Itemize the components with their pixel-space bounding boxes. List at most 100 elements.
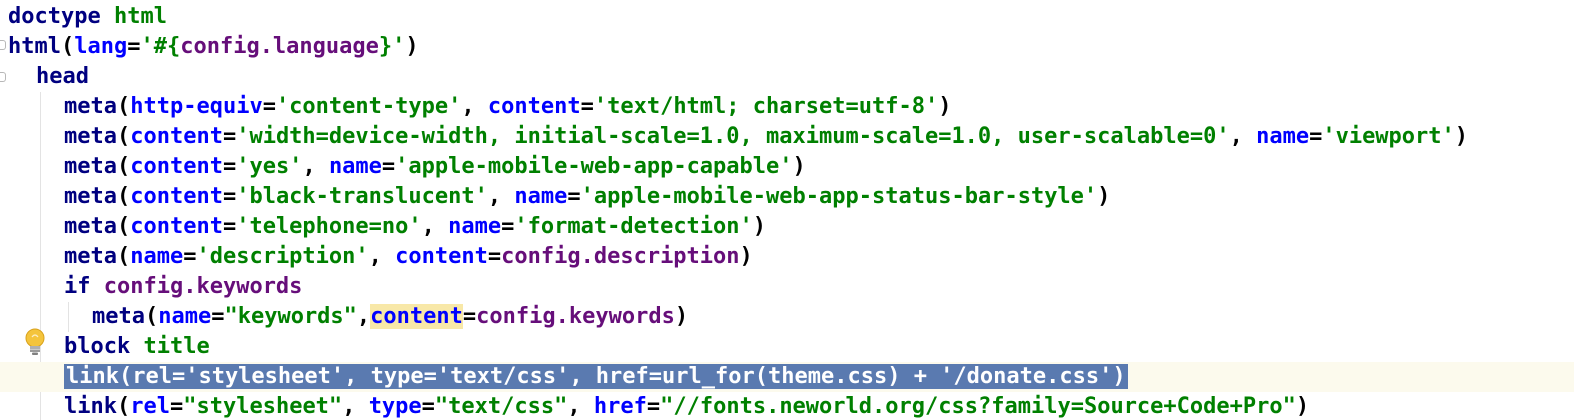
code-token: name xyxy=(448,214,502,239)
code-token: ) xyxy=(739,244,753,269)
code-token: name xyxy=(158,304,212,329)
code-editor[interactable]: doctype html html(lang='#{config.language… xyxy=(0,0,1574,420)
code-token: title xyxy=(143,334,210,359)
code-token: href xyxy=(593,394,647,419)
code-line-text: meta(content='black-translucent', name='… xyxy=(64,182,1110,212)
code-token: 'width=device-width, initial-scale=1.0, … xyxy=(236,124,1230,149)
code-line[interactable]: doctype html xyxy=(0,2,1574,32)
code-token: = xyxy=(211,304,225,329)
code-token: = xyxy=(183,244,197,269)
code-line[interactable]: if config.keywords xyxy=(0,272,1574,302)
code-token: config.language xyxy=(180,34,379,59)
code-token: name xyxy=(130,244,184,269)
code-line[interactable]: html(lang='#{config.language}') xyxy=(0,32,1574,62)
code-token: 'apple-mobile-web-app-capable' xyxy=(395,154,793,179)
code-token: , xyxy=(461,94,488,119)
code-token: , xyxy=(356,304,371,329)
code-token: ) xyxy=(752,214,767,239)
code-token: 'text/html; charset=utf-8' xyxy=(593,94,939,119)
code-token: = xyxy=(567,184,581,209)
code-token: = xyxy=(222,124,237,149)
code-token: 'yes' xyxy=(236,154,303,179)
code-token: = xyxy=(1309,124,1323,149)
code-token: html xyxy=(113,4,167,29)
code-token: ( xyxy=(116,244,131,269)
code-token: 'black-translucent' xyxy=(236,184,488,209)
code-line-text: head xyxy=(36,62,89,92)
code-token: doctype xyxy=(8,4,114,29)
code-token: ( xyxy=(116,124,131,149)
code-token: content xyxy=(370,304,463,329)
code-token: config.keywords xyxy=(103,274,303,299)
code-token: ) xyxy=(938,94,952,119)
code-token: ( xyxy=(116,184,131,209)
code-line[interactable]: link(rel="stylesheet", type="text/css", … xyxy=(0,392,1574,420)
code-token: config.keywords xyxy=(476,304,675,329)
code-token: = xyxy=(169,394,184,419)
code-token: "text/css" xyxy=(434,394,568,419)
code-line-text: meta(content='yes', name='apple-mobile-w… xyxy=(64,152,806,182)
code-line[interactable]: meta(content='width=device-width, initia… xyxy=(0,122,1574,152)
code-token: meta xyxy=(64,154,117,179)
lightbulb-icon[interactable] xyxy=(24,328,46,358)
code-token: = xyxy=(127,34,141,59)
code-line-text: link(rel="stylesheet", type="text/css", … xyxy=(64,392,1309,420)
code-token: html xyxy=(8,34,61,59)
code-token: ( xyxy=(116,394,131,419)
code-token: content xyxy=(130,124,223,149)
code-line-text: meta(name='description', content=config.… xyxy=(64,242,753,272)
code-token: ) xyxy=(792,154,806,179)
code-token: = xyxy=(646,394,661,419)
code-token: ( xyxy=(60,34,75,59)
code-token: , xyxy=(368,244,396,269)
code-token: "//fonts.neworld.org/css?family=Source+C… xyxy=(660,394,1296,419)
code-line[interactable]: meta(content='yes', name='apple-mobile-w… xyxy=(0,152,1574,182)
code-token: name xyxy=(328,154,382,179)
code-token: = xyxy=(262,94,276,119)
code-line[interactable]: meta(content='telephone=no', name='forma… xyxy=(0,212,1574,242)
code-token: , xyxy=(342,394,369,419)
code-line[interactable]: meta(http-equiv='content-type', content=… xyxy=(0,92,1574,122)
code-line[interactable]: meta(name="keywords",content=config.keyw… xyxy=(0,302,1574,332)
selected-code: link(rel='stylesheet', type='text/css', … xyxy=(64,364,1128,389)
code-token: = xyxy=(222,214,237,239)
code-token: "keywords" xyxy=(224,304,357,329)
code-token: type xyxy=(368,394,422,419)
code-token: block xyxy=(64,334,144,359)
code-line-text: html(lang='#{config.language}') xyxy=(8,32,419,62)
code-token: 'viewport' xyxy=(1322,124,1455,149)
code-line[interactable]: block title xyxy=(0,332,1574,362)
code-token: name xyxy=(514,184,568,209)
code-token: = xyxy=(580,94,594,119)
code-token: '#{ xyxy=(140,34,181,59)
code-token: , xyxy=(421,214,449,239)
code-token: ( xyxy=(116,154,131,179)
code-token: ) xyxy=(1454,124,1469,149)
code-line[interactable]: link(rel='stylesheet', type='text/css', … xyxy=(0,362,1574,392)
code-token: "stylesheet" xyxy=(183,394,343,419)
code-token: ) xyxy=(1097,184,1111,209)
code-token: , xyxy=(567,394,594,419)
code-token: name xyxy=(1256,124,1310,149)
code-line-text: block title xyxy=(64,332,210,362)
code-line[interactable]: head xyxy=(0,62,1574,92)
code-line-text: meta(content='telephone=no', name='forma… xyxy=(64,212,766,242)
code-token: = xyxy=(501,214,515,239)
code-line[interactable]: meta(name='description', content=config.… xyxy=(0,242,1574,272)
code-token: lang xyxy=(74,34,128,59)
code-line-text: meta(http-equiv='content-type', content=… xyxy=(64,92,951,122)
code-token: , xyxy=(487,184,515,209)
code-token: meta xyxy=(92,304,145,329)
code-token: config.description xyxy=(501,244,740,269)
code-token: 'telephone=no' xyxy=(236,214,422,239)
code-token: , xyxy=(302,154,329,179)
code-token: = xyxy=(222,154,237,179)
code-token: meta xyxy=(64,94,117,119)
code-line-text: meta(content='width=device-width, initia… xyxy=(64,122,1468,152)
code-token: = xyxy=(222,184,237,209)
code-line[interactable]: meta(content='black-translucent', name='… xyxy=(0,182,1574,212)
code-token: meta xyxy=(64,244,117,269)
code-token: content xyxy=(130,184,223,209)
code-token: 'content-type' xyxy=(275,94,462,119)
code-token: head xyxy=(36,64,89,89)
